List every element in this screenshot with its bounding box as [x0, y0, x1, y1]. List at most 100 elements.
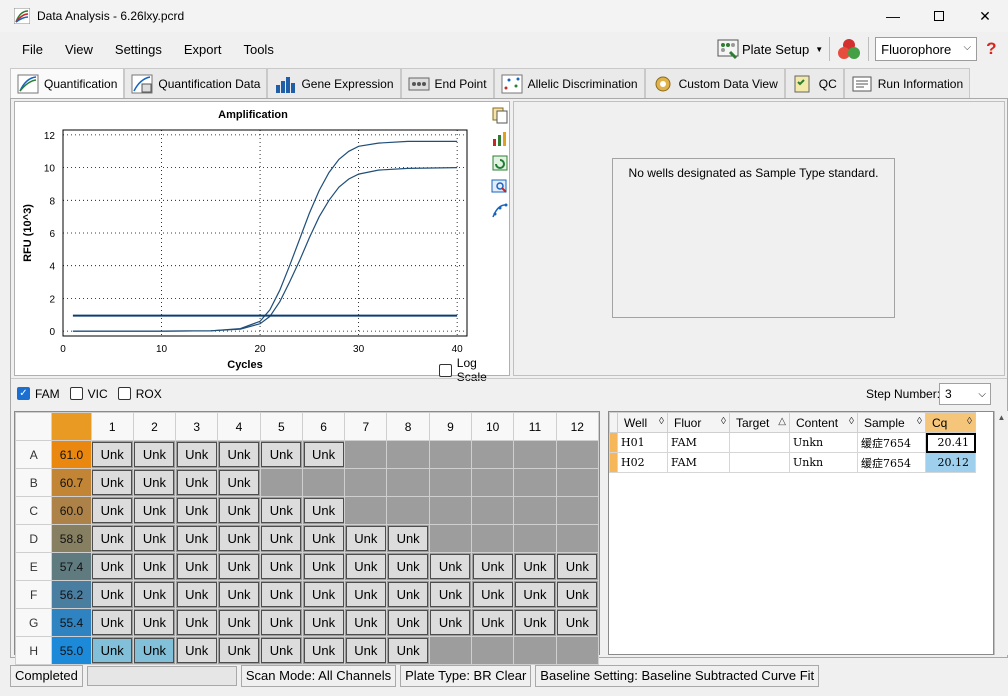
plate-column-header[interactable]: 5: [259, 412, 303, 441]
plate-well-empty[interactable]: [471, 636, 515, 665]
sort-icon[interactable]: △: [778, 416, 786, 427]
chart-export-icon[interactable]: [491, 130, 509, 148]
plate-well[interactable]: Unk: [90, 636, 134, 665]
plate-column-header[interactable]: 2: [132, 412, 177, 441]
plate-well[interactable]: Unk: [344, 580, 388, 609]
plate-well[interactable]: Unk: [259, 552, 303, 581]
plate-well[interactable]: Unk: [217, 440, 261, 469]
cell-sample[interactable]: 缓症7654: [857, 452, 926, 473]
sort-icon[interactable]: ◊: [967, 416, 972, 427]
plate-well[interactable]: Unk: [301, 440, 346, 469]
plate-column-header[interactable]: 8: [386, 412, 430, 441]
plate-well-empty[interactable]: [344, 496, 388, 525]
column-header-well[interactable]: Well ◊: [617, 412, 668, 433]
plate-well-empty[interactable]: [471, 524, 515, 553]
table-scrollbar[interactable]: ▲: [994, 411, 1008, 655]
tab-qc[interactable]: QC: [784, 68, 844, 98]
help-icon[interactable]: ?: [986, 39, 996, 59]
plate-well[interactable]: Unk: [132, 468, 177, 497]
curve-fit-icon[interactable]: [491, 202, 509, 220]
plate-row-header[interactable]: D: [14, 524, 53, 553]
cell-target[interactable]: [729, 452, 790, 473]
tab-quantification-data[interactable]: Quantification Data: [124, 68, 268, 98]
plate-well-empty[interactable]: [428, 524, 473, 553]
plate-well[interactable]: Unk: [513, 580, 557, 609]
cell-well[interactable]: H01: [617, 432, 668, 453]
plate-well[interactable]: Unk: [132, 524, 177, 553]
plate-well[interactable]: Unk: [259, 580, 303, 609]
amplification-chart[interactable]: Amplification 0 10 20 30 40 0 2 4 6 8 10 12 Cycles RFU…: [15, 102, 485, 372]
zoom-icon[interactable]: [491, 178, 509, 196]
minimize-button[interactable]: —: [870, 0, 916, 32]
plate-well[interactable]: Unk: [132, 440, 177, 469]
plate-well[interactable]: Unk: [428, 580, 473, 609]
plate-well[interactable]: Unk: [471, 608, 515, 637]
plate-well[interactable]: Unk: [175, 552, 219, 581]
plate-well[interactable]: Unk: [386, 608, 430, 637]
cell-cq[interactable]: 20.41: [925, 432, 976, 453]
plate-well-empty[interactable]: [471, 496, 515, 525]
plate-column-header[interactable]: 10: [471, 412, 515, 441]
plate-well[interactable]: Unk: [217, 524, 261, 553]
plate-well-empty[interactable]: [301, 468, 346, 497]
plate-well[interactable]: Unk: [90, 468, 134, 497]
plate-well-empty[interactable]: [386, 440, 430, 469]
plate-well[interactable]: Unk: [132, 636, 177, 665]
plate-well-empty[interactable]: [555, 496, 600, 525]
cell-fluor[interactable]: FAM: [667, 452, 730, 473]
plate-well-empty[interactable]: [513, 636, 557, 665]
cell-content[interactable]: Unkn: [789, 452, 858, 473]
fluorophore-select[interactable]: Fluorophore ⌵: [875, 37, 978, 61]
plate-well-empty[interactable]: [428, 636, 473, 665]
cell-cq[interactable]: 20.12: [925, 452, 976, 473]
step-number-select[interactable]: 3 ⌵: [939, 383, 991, 405]
plate-well[interactable]: Unk: [555, 580, 600, 609]
plate-column-header[interactable]: 11: [513, 412, 557, 441]
tab-allelic-discrimination[interactable]: Allelic Discrimination: [493, 68, 645, 98]
plate-well[interactable]: Unk: [555, 608, 600, 637]
plate-well[interactable]: Unk: [344, 552, 388, 581]
plate-setup-button[interactable]: Plate Setup ▼: [716, 38, 823, 60]
plate-well[interactable]: Unk: [132, 580, 177, 609]
fluor-option-vic[interactable]: VIC: [69, 387, 108, 401]
plate-well[interactable]: Unk: [301, 608, 346, 637]
plate-well[interactable]: Unk: [175, 440, 219, 469]
plate-well-empty[interactable]: [386, 468, 430, 497]
column-header-target[interactable]: Target △: [729, 412, 790, 433]
plate-well[interactable]: Unk: [175, 608, 219, 637]
plate-well[interactable]: Unk: [132, 608, 177, 637]
plate-well[interactable]: Unk: [175, 496, 219, 525]
plate-well-empty[interactable]: [344, 468, 388, 497]
plate-well[interactable]: Unk: [259, 496, 303, 525]
plate-row-header[interactable]: H: [14, 636, 53, 665]
cell-sample[interactable]: 缓症7654: [857, 432, 926, 453]
cell-content[interactable]: Unkn: [789, 432, 858, 453]
plate-well-empty[interactable]: [344, 440, 388, 469]
plate-well-empty[interactable]: [513, 496, 557, 525]
cell-fluor[interactable]: FAM: [667, 432, 730, 453]
plate-well[interactable]: Unk: [386, 524, 430, 553]
rox-checkbox[interactable]: [117, 387, 131, 400]
fam-checkbox[interactable]: ✓: [17, 387, 30, 400]
plate-well[interactable]: Unk: [513, 552, 557, 581]
plate-well[interactable]: Unk: [428, 552, 473, 581]
plate-row-header[interactable]: F: [14, 580, 53, 609]
plate-column-header[interactable]: 7: [344, 412, 388, 441]
plate-well[interactable]: Unk: [471, 552, 515, 581]
plate-well[interactable]: Unk: [344, 636, 388, 665]
copy-icon[interactable]: [491, 106, 509, 124]
plate-well[interactable]: Unk: [428, 608, 473, 637]
plate-well[interactable]: Unk: [301, 524, 346, 553]
plate-well[interactable]: Unk: [301, 580, 346, 609]
plate-well[interactable]: Unk: [259, 440, 303, 469]
vic-checkbox[interactable]: [69, 387, 83, 400]
close-button[interactable]: ✕: [962, 0, 1008, 32]
plate-well[interactable]: Unk: [132, 552, 177, 581]
plate-well-empty[interactable]: [513, 440, 557, 469]
plate-well-empty[interactable]: [471, 468, 515, 497]
table-row[interactable]: H02 FAM Unkn 缓症7654 20.12: [609, 452, 976, 473]
plate-well[interactable]: Unk: [90, 608, 134, 637]
plate-well[interactable]: Unk: [175, 636, 219, 665]
plate-well[interactable]: Unk: [344, 524, 388, 553]
plate-well[interactable]: Unk: [90, 440, 134, 469]
